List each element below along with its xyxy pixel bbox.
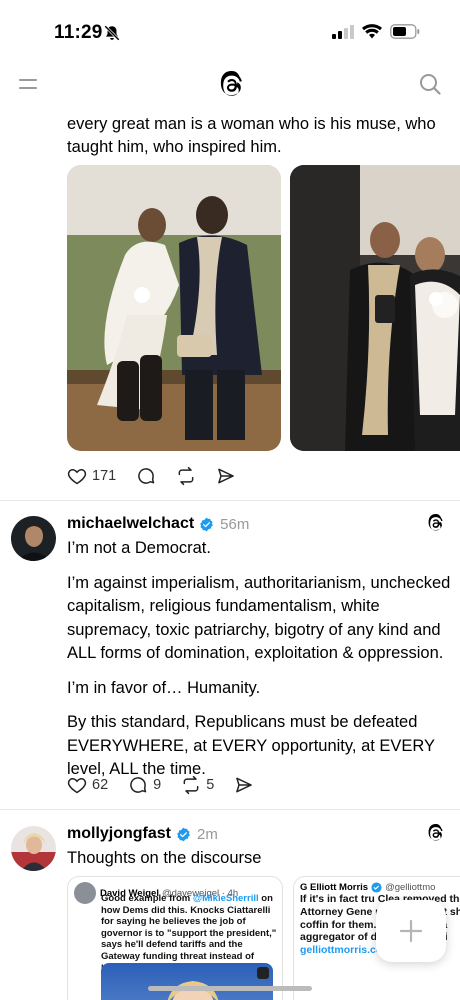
embed-author-handle: @gelliottmo [385, 882, 436, 893]
post-paragraph: I’m not a Democrat. [67, 539, 211, 557]
share-button[interactable] [216, 466, 236, 486]
post-paragraph: I’m against imperialism, authoritarianis… [67, 573, 451, 663]
photo-illustration [290, 165, 460, 451]
embed-image-illustration [167, 967, 269, 1000]
username[interactable]: mollyjongfast [67, 825, 171, 843]
status-indicators [332, 24, 420, 39]
like-count: 171 [92, 468, 117, 484]
new-post-button[interactable] [376, 900, 446, 962]
post-time: 2m [197, 825, 218, 843]
avatar[interactable] [11, 516, 56, 561]
reply-count: 9 [153, 777, 162, 793]
send-icon [236, 777, 253, 793]
username[interactable]: michaelwelchact [67, 515, 194, 533]
post-time: 56m [220, 515, 250, 533]
comment-icon [130, 777, 147, 793]
threads-logo[interactable] [217, 71, 244, 101]
embed-header: G Elliott Morris @gelliottmo [294, 877, 460, 893]
threads-post-icon[interactable] [426, 824, 444, 844]
threads-post-icon[interactable] [426, 514, 444, 534]
wifi-icon [362, 24, 382, 39]
post-divider [0, 809, 460, 810]
photo-illustration [67, 165, 281, 451]
avatar-image [11, 826, 56, 871]
cellular-signal-icon [332, 24, 354, 39]
heart-icon [67, 777, 87, 794]
repost-icon [178, 466, 194, 486]
embed-text: Good example from @MikieSherrill on how … [101, 893, 279, 974]
post-header: mollyjongfast 2m [67, 825, 218, 843]
heart-icon [67, 468, 87, 485]
post-text: every great man is a woman who is his mu… [67, 115, 436, 156]
embed-avatar [74, 882, 96, 904]
silent-bell-icon [104, 25, 120, 41]
reply-button[interactable]: 9 [128, 775, 161, 795]
verified-badge-icon [371, 882, 382, 893]
comment-icon [138, 468, 155, 484]
embed-mention-link[interactable]: @MikieSherrill [193, 893, 259, 904]
status-bar: 11:29 [0, 0, 460, 66]
repost-icon [183, 775, 199, 795]
search-icon[interactable] [418, 72, 442, 96]
repost-button[interactable] [176, 466, 196, 486]
avatar-image [11, 516, 56, 561]
embedded-post-card[interactable]: David Weigel @daveweigel · 4h Good examp… [67, 876, 283, 1000]
embed-author-name: G Elliott Morris [300, 882, 369, 893]
post-actions: 62 9 5 [67, 773, 274, 797]
verified-badge-icon [200, 517, 214, 531]
like-count: 62 [92, 777, 109, 793]
post-media-carousel[interactable] [67, 165, 460, 451]
wedding-photo-couple-selfie[interactable] [290, 165, 460, 451]
post-divider [0, 500, 460, 501]
post-paragraph: By this standard, Republicans must be de… [67, 713, 435, 778]
top-navigation [0, 66, 460, 106]
like-button[interactable]: 62 [67, 775, 108, 795]
repost-count: 5 [206, 777, 215, 793]
home-indicator[interactable] [148, 986, 312, 991]
repost-button[interactable]: 5 [181, 775, 214, 795]
like-button[interactable]: 171 [67, 466, 116, 486]
post-actions: 171 [67, 464, 256, 488]
post-body: I’m not a Democrat. I’m against imperial… [67, 537, 452, 793]
avatar[interactable] [11, 826, 56, 871]
status-time: 11:29 [54, 22, 103, 43]
post-paragraph: I’m in favor of… Humanity. [67, 678, 261, 697]
embed-image [101, 963, 273, 1000]
plus-icon [399, 919, 423, 943]
post-text: Thoughts on the discourse [67, 849, 262, 867]
battery-icon [390, 24, 420, 39]
embed-text-part: Good example from [101, 893, 193, 904]
embed-text-part: on how Dems did this. Knocks Ciattarelli… [101, 893, 277, 974]
send-icon [218, 468, 235, 484]
menu-icon[interactable] [18, 76, 38, 92]
post-header: michaelwelchact 56m [67, 515, 249, 533]
verified-badge-icon [177, 827, 190, 841]
wedding-photo-couple-seated[interactable] [67, 165, 281, 451]
share-button[interactable] [234, 775, 254, 795]
reply-button[interactable] [136, 466, 156, 486]
